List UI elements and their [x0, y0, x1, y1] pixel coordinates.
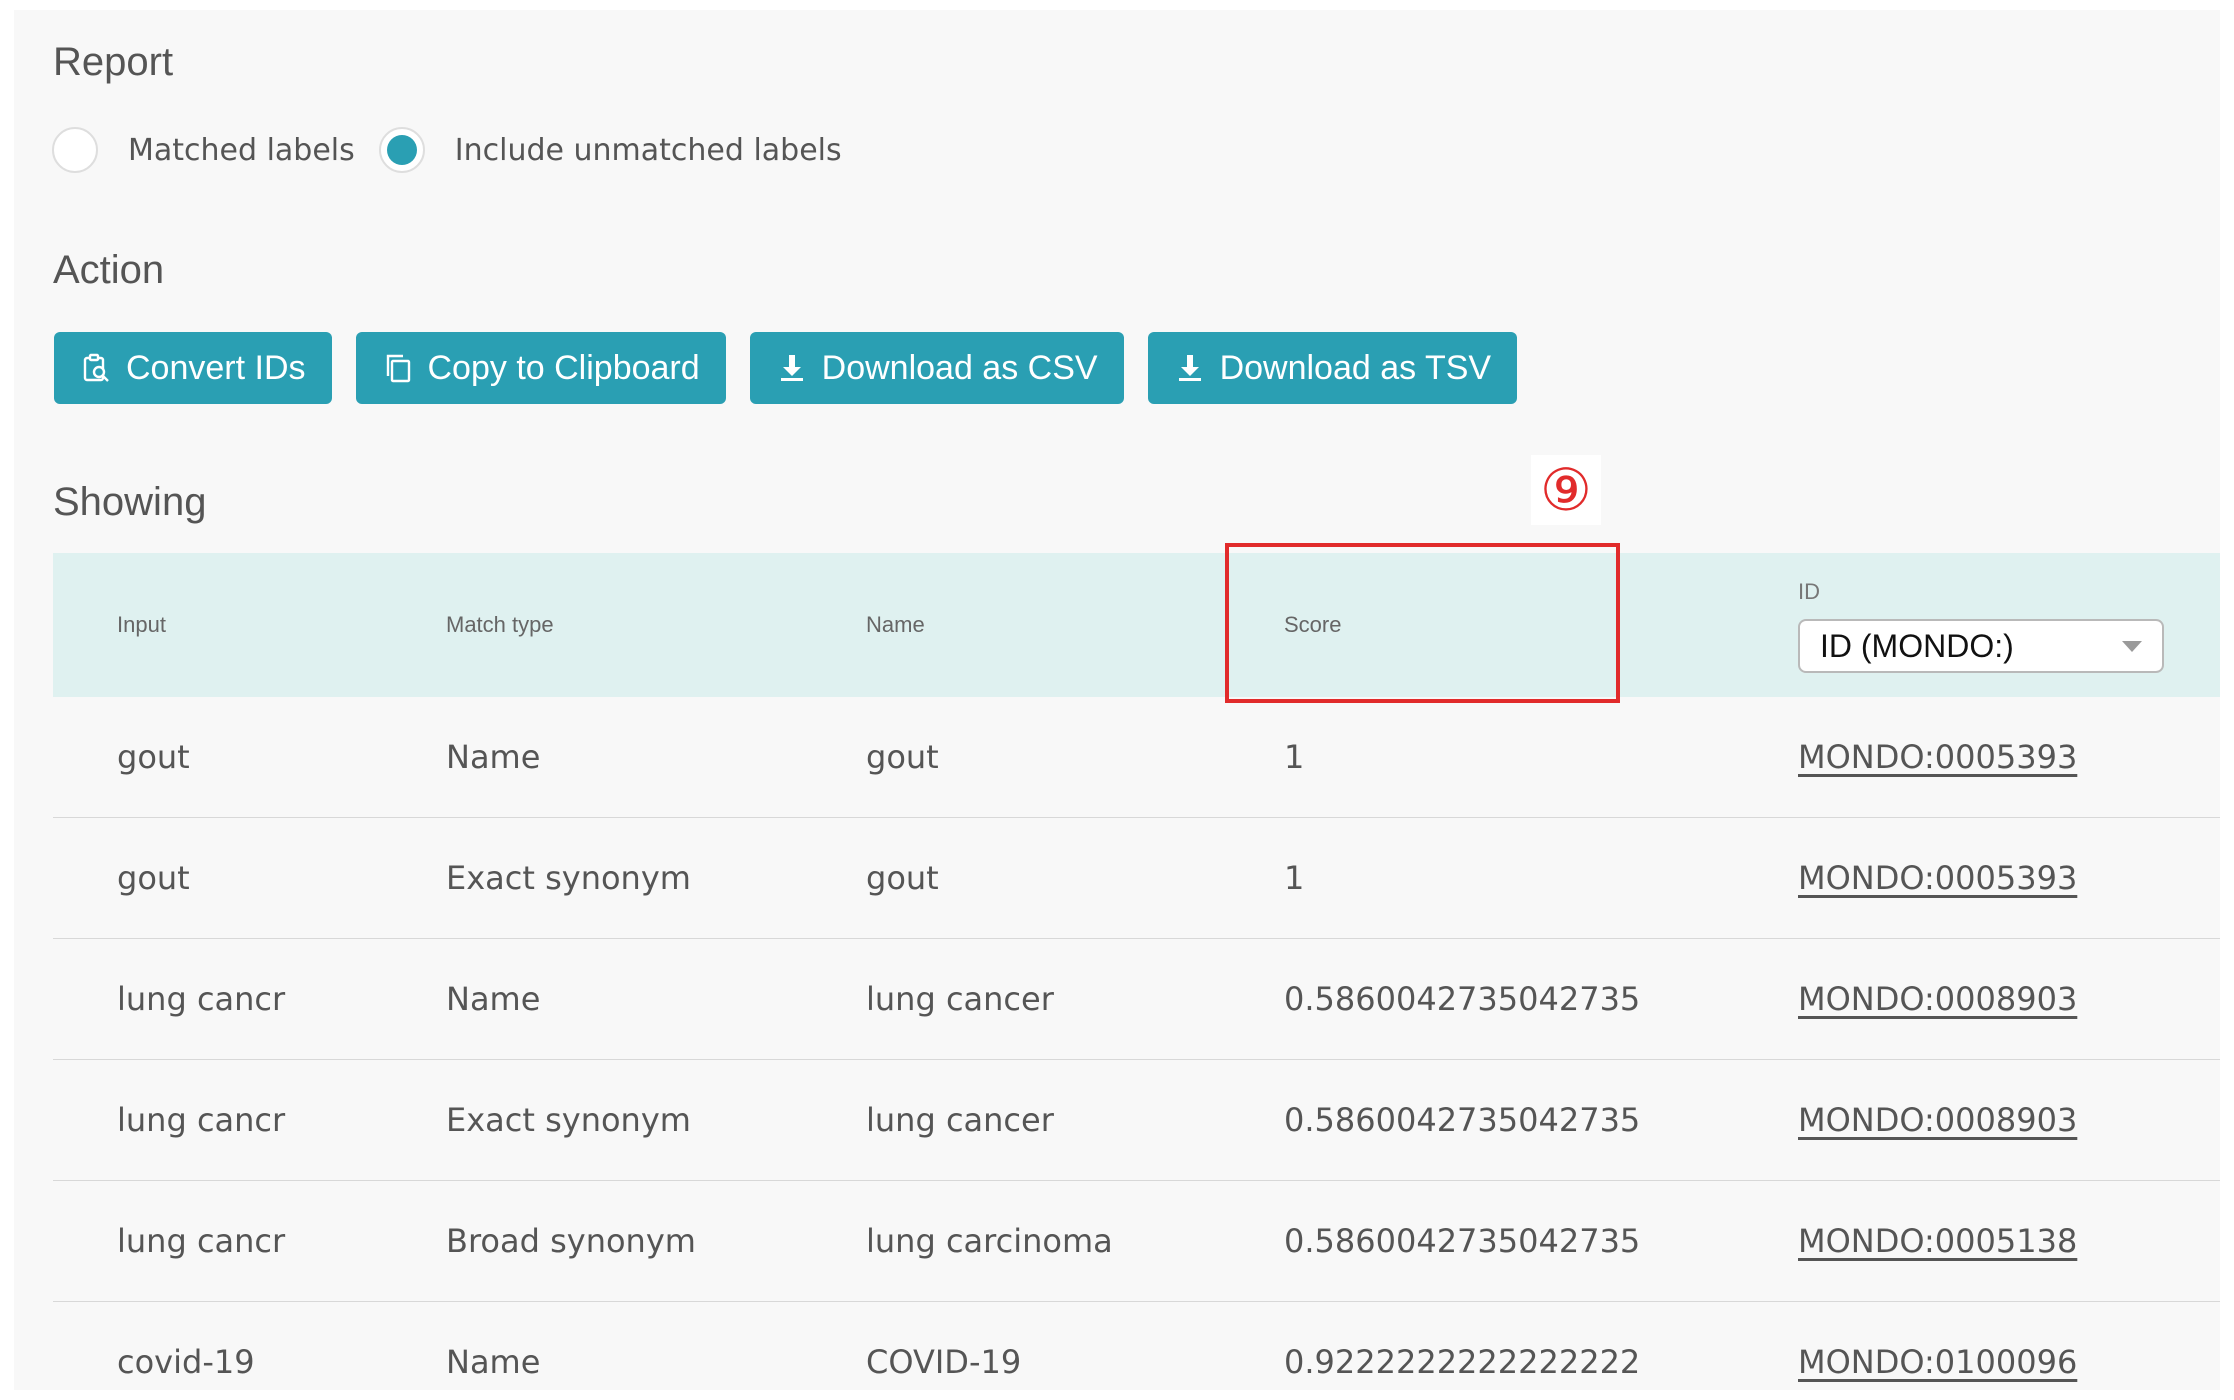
cell-score: 0.5860042735042735	[1220, 1059, 1734, 1181]
annotation-marker-9: ⑨	[1531, 455, 1601, 525]
copy-icon	[382, 352, 414, 384]
id-link[interactable]: MONDO:0008903	[1798, 980, 2077, 1018]
cell-name: COVID-19	[802, 1301, 1220, 1390]
cell-id: MONDO:0100096	[1734, 1301, 2220, 1390]
download-tsv-button[interactable]: Download as TSV	[1147, 332, 1518, 404]
cell-name: gout	[802, 697, 1220, 818]
cell-name: lung cancer	[802, 1059, 1220, 1181]
column-header-match-type: Match type	[446, 612, 554, 637]
table-row: gout Name gout 1 MONDO:0005393	[53, 697, 2220, 818]
download-csv-button[interactable]: Download as CSV	[749, 332, 1124, 404]
id-link[interactable]: MONDO:0005393	[1798, 738, 2077, 776]
results-table: Input Match type Name Score ID ID (MONDO…	[53, 553, 2220, 1390]
cell-input: covid-19	[53, 1301, 382, 1390]
cell-id: MONDO:0008903	[1734, 938, 2220, 1060]
cell-name: lung cancer	[802, 938, 1220, 1060]
cell-name: lung carcinoma	[802, 1180, 1220, 1302]
table-header-row: Input Match type Name Score ID ID (MONDO…	[53, 553, 2220, 697]
radio-matched-labels[interactable]: Matched labels	[52, 127, 379, 173]
cell-input: lung cancr	[53, 938, 382, 1060]
cell-match-type: Exact synonym	[382, 817, 802, 939]
download-csv-button-label: Download as CSV	[821, 348, 1098, 387]
cell-score: 0.5860042735042735	[1220, 938, 1734, 1060]
table-row: covid-19 Name COVID-19 0.922222222222222…	[53, 1301, 2220, 1390]
clipboard-search-icon	[80, 352, 112, 384]
report-section-title: Report	[53, 40, 174, 84]
id-format-select-value: ID (MONDO:)	[1820, 627, 2014, 664]
cell-match-type: Exact synonym	[382, 1059, 802, 1181]
download-icon	[1174, 352, 1206, 384]
id-format-select[interactable]: ID (MONDO:)	[1798, 619, 2164, 673]
action-section-title: Action	[53, 248, 165, 292]
convert-ids-button[interactable]: Convert IDs	[54, 332, 332, 404]
cell-match-type: Name	[382, 1301, 802, 1390]
column-header-score: Score	[1284, 612, 1342, 637]
cell-id: MONDO:0005393	[1734, 697, 2220, 818]
cell-id: MONDO:0005393	[1734, 817, 2220, 939]
cell-score: 1	[1220, 817, 1734, 939]
column-header-input: Input	[117, 612, 166, 637]
table-row: lung cancr Exact synonym lung cancer 0.5…	[53, 1059, 2220, 1181]
download-icon	[776, 352, 808, 384]
id-link[interactable]: MONDO:0005393	[1798, 859, 2077, 897]
cell-score: 0.9222222222222222	[1220, 1301, 1734, 1390]
table-row: gout Exact synonym gout 1 MONDO:0005393	[53, 817, 2220, 939]
id-link[interactable]: MONDO:0005138	[1798, 1222, 2077, 1260]
id-link[interactable]: MONDO:0008903	[1798, 1101, 2077, 1139]
convert-ids-button-label: Convert IDs	[126, 348, 306, 387]
radio-include-unmatched-labels-label[interactable]: Include unmatched labels	[455, 133, 842, 168]
radio-include-unmatched-labels[interactable]: Include unmatched labels	[378, 127, 866, 173]
cell-name: gout	[802, 817, 1220, 939]
table-row: lung cancr Broad synonym lung carcinoma …	[53, 1180, 2220, 1302]
download-tsv-button-label: Download as TSV	[1219, 348, 1492, 387]
cell-match-type: Broad synonym	[382, 1180, 802, 1302]
column-header-name: Name	[866, 612, 925, 637]
cell-input: lung cancr	[53, 1059, 382, 1181]
report-radio-group: Matched labels Include unmatched labels	[52, 125, 866, 175]
cell-input: lung cancr	[53, 1180, 382, 1302]
showing-section-title: Showing	[53, 480, 207, 524]
action-buttons: Convert IDs Copy to Clipboard Download a…	[54, 332, 1518, 404]
cell-match-type: Name	[382, 697, 802, 818]
cell-score: 0.5860042735042735	[1220, 1180, 1734, 1302]
cell-score: 1	[1220, 697, 1734, 818]
radio-matched-labels-circle[interactable]	[52, 127, 98, 173]
copy-to-clipboard-button[interactable]: Copy to Clipboard	[355, 332, 726, 404]
id-header-label: ID	[1798, 579, 1820, 604]
table-row: lung cancr Name lung cancer 0.5860042735…	[53, 938, 2220, 1060]
radio-include-unmatched-labels-circle[interactable]	[378, 127, 425, 173]
cell-id: MONDO:0005138	[1734, 1180, 2220, 1302]
copy-to-clipboard-button-label: Copy to Clipboard	[427, 348, 700, 387]
cell-input: gout	[53, 697, 382, 818]
column-header-id: ID ID (MONDO:)	[1734, 553, 2220, 697]
radio-matched-labels-label[interactable]: Matched labels	[128, 133, 355, 168]
report-panel: Report Matched labels Include unmatched …	[14, 10, 2220, 1390]
cell-match-type: Name	[382, 938, 802, 1060]
cell-id: MONDO:0008903	[1734, 1059, 2220, 1181]
id-link[interactable]: MONDO:0100096	[1798, 1343, 2077, 1381]
cell-input: gout	[53, 817, 382, 939]
chevron-down-icon	[2122, 640, 2142, 652]
